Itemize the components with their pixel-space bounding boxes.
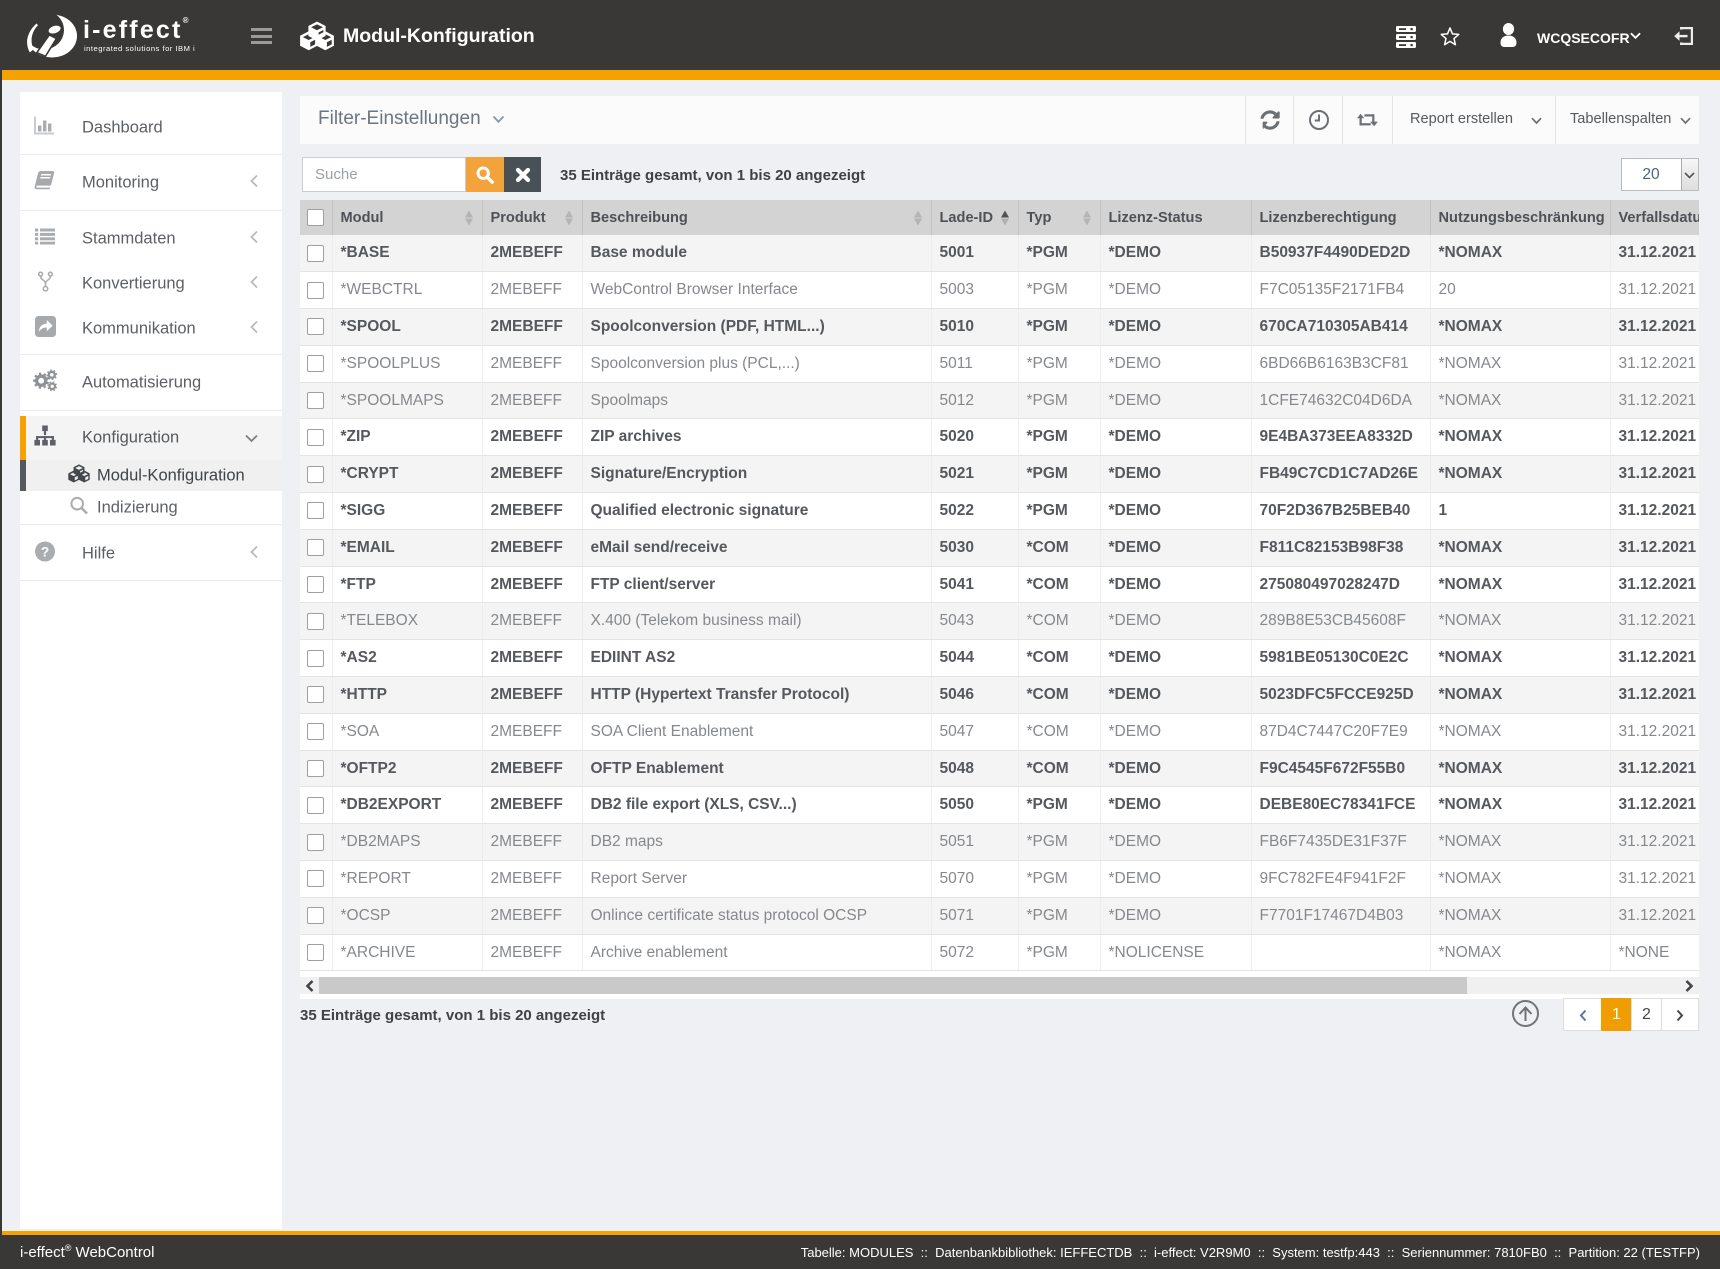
svg-text:?: ? bbox=[41, 543, 50, 559]
